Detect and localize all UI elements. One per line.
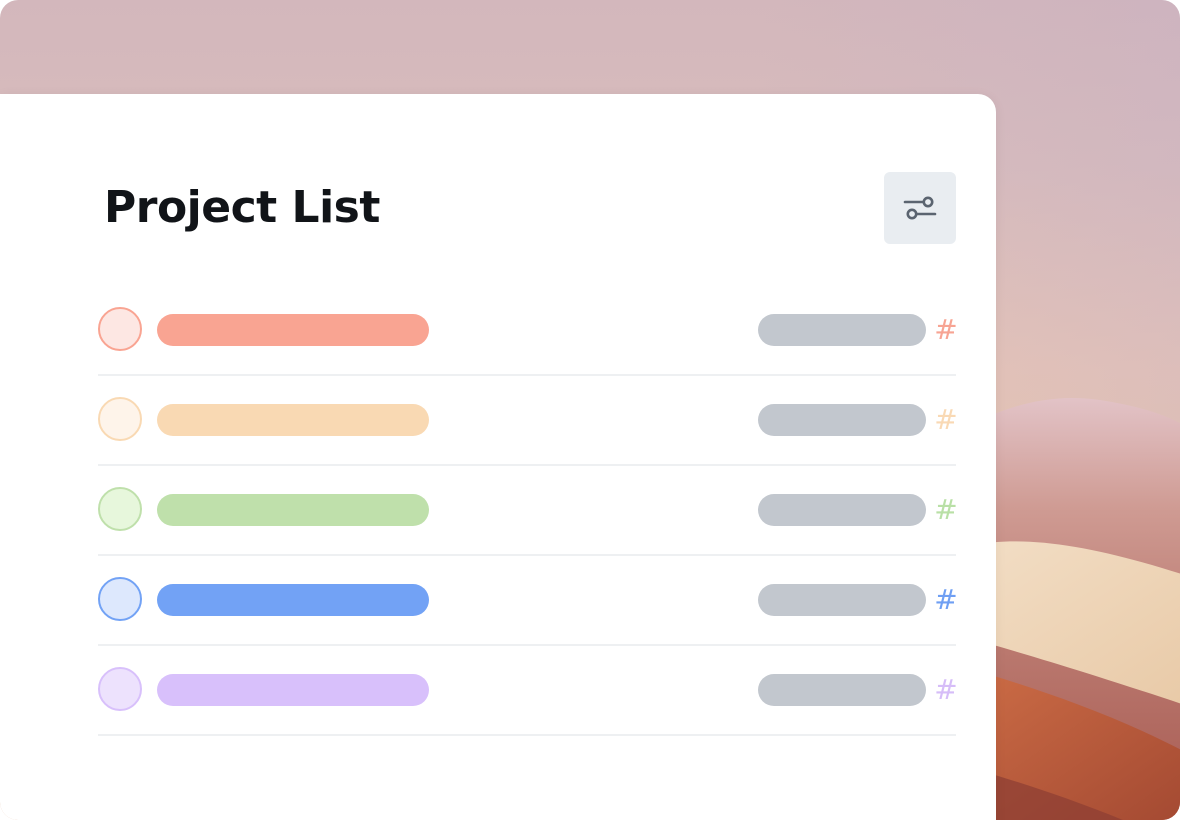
hash-icon[interactable]: # [934,310,958,350]
project-list-card: Project List # # # # # [0,94,996,820]
project-name-placeholder [157,674,429,706]
hash-icon[interactable]: # [934,580,958,620]
project-color-dot [98,307,142,351]
list-item[interactable]: # [98,556,958,646]
page-title: Project List [104,182,380,233]
filter-button[interactable] [884,172,956,244]
project-name-placeholder [157,314,429,346]
project-color-dot [98,577,142,621]
sliders-icon [903,196,937,220]
project-color-dot [98,487,142,531]
project-color-dot [98,667,142,711]
project-meta-placeholder [758,404,926,436]
project-name-placeholder [157,494,429,526]
project-meta-placeholder [758,314,926,346]
app-window: Project List # # # # # [0,0,1180,820]
project-meta-placeholder [758,674,926,706]
project-name-placeholder [157,584,429,616]
project-meta-placeholder [758,494,926,526]
project-color-dot [98,397,142,441]
list-item[interactable]: # [98,466,958,556]
project-meta-placeholder [758,584,926,616]
list-item[interactable]: # [98,646,958,736]
project-list: # # # # # [98,286,958,736]
project-name-placeholder [157,404,429,436]
hash-icon[interactable]: # [934,400,958,440]
hash-icon[interactable]: # [934,670,958,710]
hash-icon[interactable]: # [934,490,958,530]
list-item[interactable]: # [98,376,958,466]
list-item[interactable]: # [98,286,958,376]
